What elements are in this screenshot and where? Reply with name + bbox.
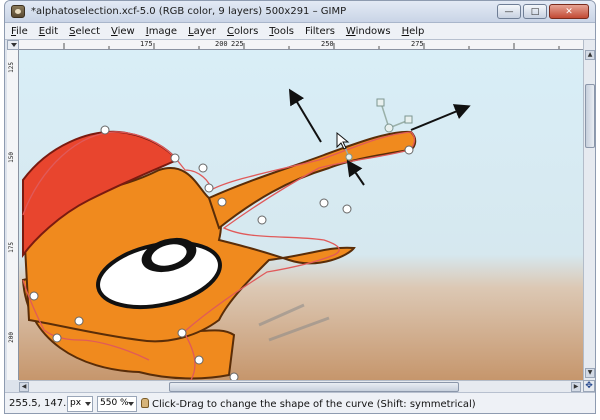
menu-filters[interactable]: Filters <box>305 26 335 37</box>
menu-edit[interactable]: Edit <box>39 26 58 37</box>
vertical-scroll-thumb[interactable] <box>585 84 595 148</box>
path-anchor[interactable] <box>257 215 267 225</box>
menu-file[interactable]: File <box>11 26 28 37</box>
horizontal-ruler[interactable]: 175 200 225 250 275 <box>19 40 583 50</box>
vertical-scrollbar[interactable]: ▲ ▼ <box>583 40 595 380</box>
path-anchor[interactable] <box>74 316 84 326</box>
scroll-down-arrow-icon[interactable]: ▼ <box>585 368 595 378</box>
scroll-up-arrow-icon[interactable]: ▲ <box>585 50 595 60</box>
hand-icon <box>141 398 149 408</box>
horizontal-scrollbar[interactable]: ◀ ▶ <box>19 380 583 392</box>
bezier-handle-point[interactable] <box>404 115 413 124</box>
menu-select[interactable]: Select <box>69 26 100 37</box>
path-anchor[interactable] <box>194 355 204 365</box>
close-button[interactable]: ✕ <box>549 4 589 19</box>
path-anchor[interactable] <box>198 163 208 173</box>
gimp-app-icon <box>11 5 25 18</box>
scroll-left-arrow-icon[interactable]: ◀ <box>19 382 29 392</box>
ruler-ticks <box>63 43 560 49</box>
menu-view[interactable]: View <box>111 26 135 37</box>
vruler-label: 150 <box>8 152 15 163</box>
menu-help[interactable]: Help <box>402 26 425 37</box>
path-anchor[interactable] <box>204 183 214 193</box>
hruler-label: 275 <box>411 40 424 48</box>
status-message: Click-Drag to change the shape of the cu… <box>141 398 476 410</box>
image-canvas[interactable] <box>19 50 583 380</box>
minimize-button[interactable]: — <box>497 4 521 19</box>
chevron-down-icon <box>128 402 134 406</box>
hruler-label: 225 <box>231 40 244 48</box>
path-anchor[interactable] <box>342 204 352 214</box>
menu-windows[interactable]: Windows <box>346 26 391 37</box>
bezier-handle-point[interactable] <box>345 153 353 161</box>
vruler-label: 125 <box>8 62 15 73</box>
unit-value: px <box>70 398 82 408</box>
path-anchor[interactable] <box>229 372 239 380</box>
zoom-select[interactable]: 550 % <box>97 396 137 412</box>
chevron-down-icon <box>85 402 91 406</box>
path-anchor[interactable] <box>52 333 62 343</box>
window-title: *alphatoselection.xcf-5.0 (RGB color, 9 … <box>31 6 347 17</box>
maximize-button[interactable]: □ <box>523 4 547 19</box>
menu-image[interactable]: Image <box>146 26 177 37</box>
path-anchor[interactable] <box>29 291 39 301</box>
bezier-handle-point[interactable] <box>384 123 394 133</box>
window-controls: — □ ✕ <box>497 4 589 19</box>
quick-mask-menu-button[interactable] <box>7 40 19 50</box>
vruler-label: 200 <box>8 332 15 343</box>
hruler-label: 250 <box>321 40 334 48</box>
vertical-ruler[interactable]: 125 150 175 200 <box>7 50 19 380</box>
canvas-drawing <box>19 50 583 380</box>
path-anchor[interactable] <box>177 328 187 338</box>
menu-bar: File Edit Select View Image Layer Colors… <box>5 23 595 40</box>
path-anchor[interactable] <box>319 198 329 208</box>
unit-select[interactable]: px <box>67 396 93 412</box>
hruler-label: 200 <box>215 40 228 48</box>
gimp-window: *alphatoselection.xcf-5.0 (RGB color, 9 … <box>4 0 596 414</box>
horizontal-scroll-thumb[interactable] <box>169 382 459 392</box>
path-anchor[interactable] <box>217 197 227 207</box>
canvas-area: 175 200 225 250 275 125 150 175 200 ▲ ▼ … <box>5 40 595 392</box>
title-bar[interactable]: *alphatoselection.xcf-5.0 (RGB color, 9 … <box>5 1 595 23</box>
menu-colors[interactable]: Colors <box>227 26 258 37</box>
menu-layer[interactable]: Layer <box>188 26 216 37</box>
path-anchor[interactable] <box>404 145 414 155</box>
status-message-text: Click-Drag to change the shape of the cu… <box>152 399 476 410</box>
path-anchor[interactable] <box>100 125 110 135</box>
zoom-value: 550 % <box>100 398 129 408</box>
hruler-label: 175 <box>140 40 153 48</box>
menu-tools[interactable]: Tools <box>269 26 294 37</box>
scroll-right-arrow-icon[interactable]: ▶ <box>571 382 581 392</box>
bezier-handle-point[interactable] <box>376 98 385 107</box>
navigate-icon[interactable]: ✥ <box>583 380 595 392</box>
vruler-label: 175 <box>8 242 15 253</box>
pointer-coordinates: 255.5, 147.6 <box>9 398 73 409</box>
path-anchor[interactable] <box>170 153 180 163</box>
status-bar: 255.5, 147.6 px 550 % Click-Drag to chan… <box>5 392 595 413</box>
